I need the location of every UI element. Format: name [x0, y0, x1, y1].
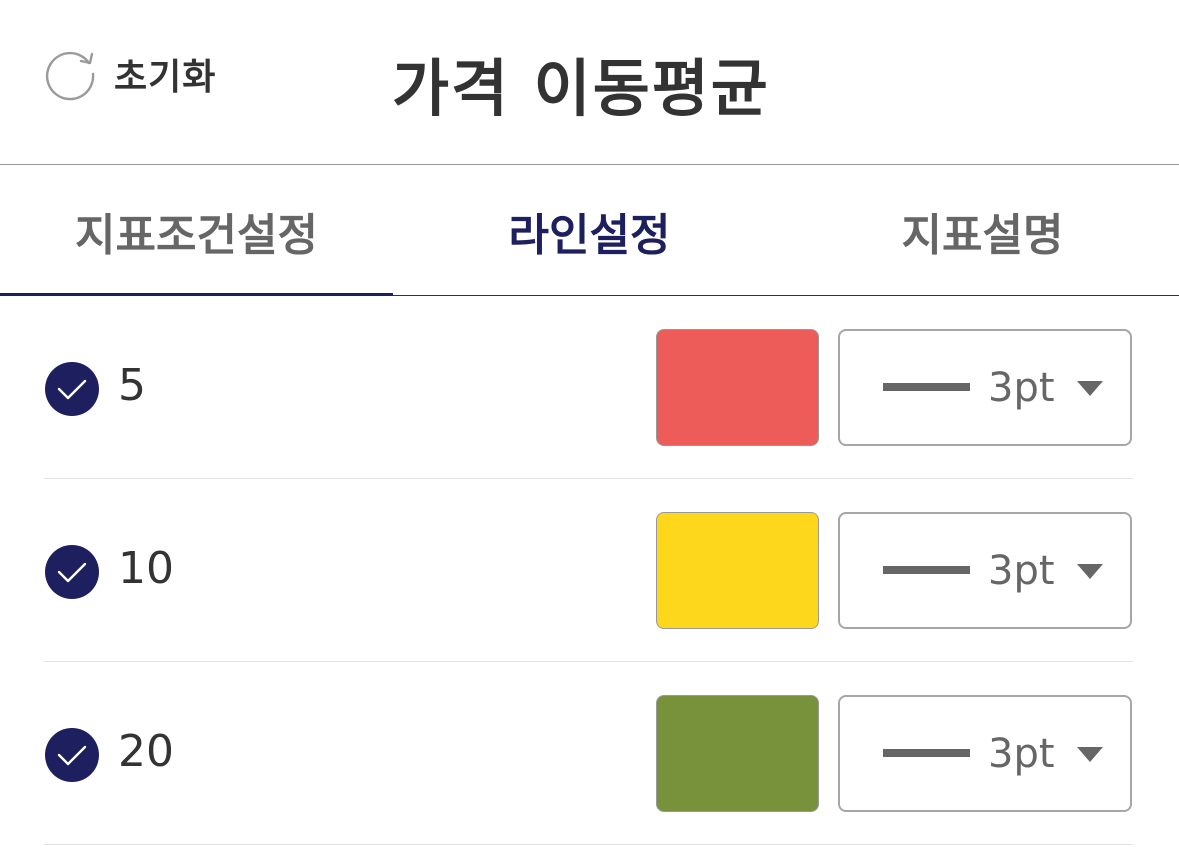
line-width-value: 3pt — [988, 731, 1055, 777]
refresh-icon — [45, 51, 95, 101]
line-sample — [883, 383, 970, 391]
moving-average-settings-page: 초기화 가격 이동평균 지표조건설정 라인설정 지표설명 5 3pt 10 3p… — [0, 0, 1179, 861]
color-swatch[interactable] — [656, 512, 819, 629]
checkmark-icon — [57, 379, 87, 400]
line-width-value: 3pt — [988, 548, 1055, 594]
row-divider — [44, 844, 1133, 845]
color-swatch[interactable] — [656, 329, 819, 446]
header: 초기화 가격 이동평균 — [0, 0, 1179, 164]
reset-label: 초기화 — [114, 57, 217, 98]
line-checkbox[interactable] — [45, 545, 99, 599]
line-list: 5 3pt 10 3pt 20 3pt — [0, 296, 1179, 845]
tab-line-settings[interactable]: 라인설정 — [393, 165, 786, 296]
checkmark-icon — [57, 562, 87, 583]
line-checkbox[interactable] — [45, 362, 99, 416]
line-width-select[interactable]: 3pt — [838, 329, 1132, 446]
line-row: 10 3pt — [0, 479, 1179, 662]
tab-indicator-description[interactable]: 지표설명 — [786, 165, 1179, 296]
period-label: 10 — [118, 543, 174, 594]
line-width-select[interactable]: 3pt — [838, 512, 1132, 629]
line-width-select[interactable]: 3pt — [838, 695, 1132, 812]
tab-indicator-conditions[interactable]: 지표조건설정 — [0, 165, 393, 296]
line-row: 20 3pt — [0, 662, 1179, 845]
line-checkbox[interactable] — [45, 728, 99, 782]
line-sample — [883, 566, 970, 574]
period-label: 5 — [118, 360, 146, 411]
period-label: 20 — [118, 726, 174, 777]
line-sample — [883, 749, 970, 757]
page-title: 가격 이동평균 — [392, 52, 770, 125]
caret-down-icon — [1077, 564, 1103, 579]
caret-down-icon — [1077, 747, 1103, 762]
checkmark-icon — [57, 745, 87, 766]
tab-bar: 지표조건설정 라인설정 지표설명 — [0, 165, 1179, 296]
reset-button[interactable]: 초기화 — [44, 46, 216, 102]
color-swatch[interactable] — [656, 695, 819, 812]
line-row: 5 3pt — [0, 296, 1179, 479]
caret-down-icon — [1077, 381, 1103, 396]
line-width-value: 3pt — [988, 365, 1055, 411]
